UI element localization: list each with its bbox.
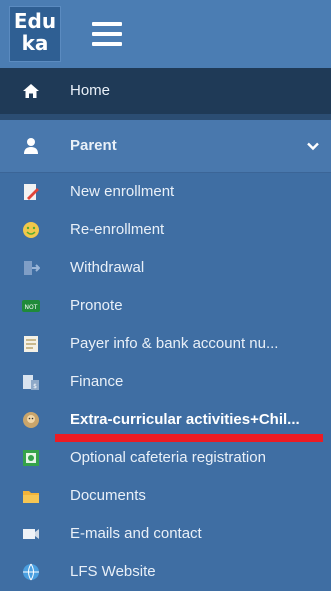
sidebar-item-home[interactable]: Home [0,68,331,114]
logo-text-line1: Edu [13,9,57,33]
hamburger-menu-icon[interactable] [92,22,122,46]
svg-text:$: $ [33,383,37,390]
sidebar-item-label: Documents [70,487,146,504]
sidebar-item-label: Re-enrollment [70,221,165,238]
pronote-icon: NOT [22,297,40,315]
sidebar-item-label: Payer info & bank account nu... [70,335,279,352]
sidebar-item-lfs-website[interactable]: LFS Website [0,553,331,591]
sidebar-item-documents[interactable]: Documents [0,477,331,515]
logo-text-line2: ka [21,31,49,55]
smiley-icon [22,221,40,239]
sidebar-item-label: Home [70,82,111,99]
sidebar-item-label: LFS Website [70,563,156,580]
sidebar-item-label: Pronote [70,297,123,314]
sidebar-item-emails-contact[interactable]: E-mails and contact [0,515,331,553]
pencil-paper-icon [22,183,40,201]
document-icon [22,335,40,353]
sidebar-item-label: Parent [70,137,117,154]
red-underline-annotation [55,434,323,442]
sidebar-item-cafeteria[interactable]: Optional cafeteria registration [0,439,331,477]
chevron-down-icon[interactable] [307,139,319,151]
exit-icon [22,259,40,277]
sidebar-item-label: E-mails and contact [70,525,202,542]
user-icon [22,137,40,155]
folder-icon [22,487,40,505]
sidebar-menu: Home Parent New enrollment Re-enrollment… [0,68,331,591]
sidebar-item-parent[interactable]: Parent [0,120,331,173]
eduka-logo[interactable]: Edu ka [9,6,61,62]
sidebar-item-finance[interactable]: $ Finance [0,363,331,401]
sidebar-item-payer-info[interactable]: Payer info & bank account nu... [0,325,331,363]
globe-icon [22,563,40,581]
sidebar-item-withdrawal[interactable]: Withdrawal [0,249,331,287]
finance-icon: $ [22,373,40,391]
svg-text:NOT: NOT [25,304,38,311]
activity-icon [22,411,40,429]
sidebar-item-re-enrollment[interactable]: Re-enrollment [0,211,331,249]
cafeteria-icon [22,449,40,467]
sidebar-item-label: Optional cafeteria registration [70,449,266,466]
sidebar-item-label: Withdrawal [70,259,145,276]
sidebar-item-pronote[interactable]: NOT Pronote [0,287,331,325]
sidebar-item-label: Finance [70,373,124,390]
email-icon [22,525,40,543]
sidebar-item-new-enrollment[interactable]: New enrollment [0,173,331,211]
top-bar: Edu ka [0,0,331,68]
home-icon [22,82,40,100]
sidebar-item-label: New enrollment [70,183,175,200]
